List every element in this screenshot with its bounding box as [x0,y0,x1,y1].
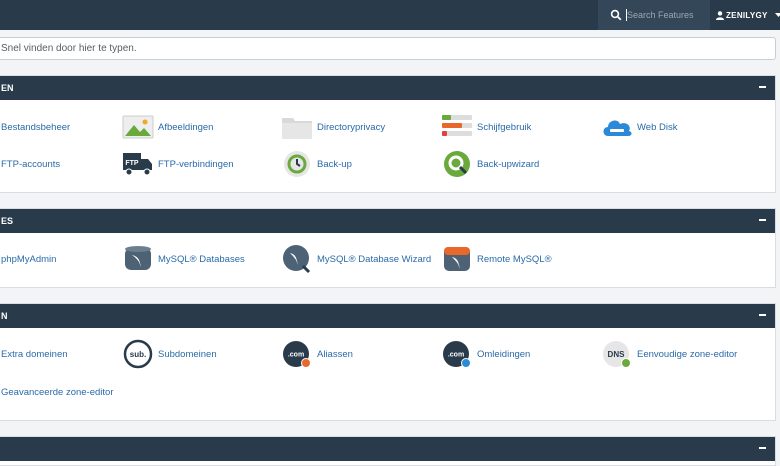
remote-mysql-icon [444,247,470,271]
collapse-icon[interactable] [759,219,766,221]
cloud-disk-icon [603,120,632,136]
phpmyadmin-link[interactable]: phpMyAdmin [1,244,56,274]
user-name: ZENILYGY [726,10,768,20]
addon-domains-link[interactable]: Extra domeinen [1,339,68,369]
top-bar: ZENILYGY [0,0,780,30]
quick-find-input[interactable] [0,38,775,59]
feature-search-input[interactable] [627,10,707,20]
chevron-down-icon [774,12,780,17]
backup-wizard-icon [444,151,470,177]
simple-zone-editor-link[interactable]: DNS Eenvoudige zone-editor [601,339,737,369]
svg-text:.com: .com [448,352,464,359]
svg-text:DNS: DNS [608,350,626,359]
ftp-connections-link[interactable]: FTP FTP-verbindingen [122,149,234,179]
panel-domains: N Extra domeinen sub. Subdomeinen .com A… [0,303,776,421]
mysql-wizard-icon [283,245,311,274]
subdomains-link[interactable]: sub. Subdomeinen [122,339,217,369]
disk-usage-link[interactable]: Schijfgebruik [441,112,531,142]
user-menu[interactable]: ZENILYGY [716,0,780,30]
file-manager-link[interactable]: Bestandsbeheer [1,112,70,142]
svg-text:sub.: sub. [130,350,146,359]
text-caret [626,9,627,21]
panel-next-header[interactable] [0,437,775,461]
svg-text:.com: .com [288,352,304,359]
panel-files: EN Bestandsbeheer Afbeeldingen Directory… [0,75,776,193]
mysql-database-wizard-link[interactable]: MySQL® Database Wizard [281,244,431,274]
backup-wizard-link[interactable]: Back-upwizard [441,149,539,179]
panel-title: ES [1,216,14,226]
user-icon [716,10,724,20]
web-disk-link[interactable]: Web Disk [601,112,677,142]
mysql-databases-link[interactable]: MySQL® Databases [122,244,245,274]
images-icon [122,115,154,139]
directory-privacy-link[interactable]: Directoryprivacy [281,112,385,142]
dns-icon: DNS [603,341,631,368]
mysql-database-icon [125,246,151,270]
images-link[interactable]: Afbeeldingen [122,112,213,142]
panel-files-header[interactable]: EN [0,76,775,100]
subdomains-icon: sub. [123,339,153,369]
panel-domains-header[interactable]: N [0,304,775,328]
ftp-accounts-link[interactable]: FTP-accounts [1,149,60,179]
redirects-link[interactable]: .com Omleidingen [441,339,530,369]
aliases-icon: .com [283,341,311,368]
collapse-icon[interactable] [759,86,766,88]
panel-next [0,436,776,466]
search-icon [610,9,622,21]
advanced-zone-editor-link[interactable]: Geavanceerde zone-editor [1,377,114,407]
collapse-icon[interactable] [759,447,766,449]
panel-title: N [1,311,8,321]
panel-databases-header[interactable]: ES [0,209,775,233]
backup-link[interactable]: Back-up [281,149,352,179]
feature-search[interactable] [598,0,710,30]
backup-icon [284,151,310,177]
disk-usage-icon [442,115,472,136]
remote-mysql-link[interactable]: Remote MySQL® [441,244,552,274]
panel-title: EN [1,83,14,93]
aliases-link[interactable]: .com Aliassen [281,339,353,369]
ftp-truck-icon: FTP [123,153,152,176]
panel-databases: ES phpMyAdmin MySQL® Databases MySQL® Da… [0,208,776,288]
collapse-icon[interactable] [759,314,766,316]
folder-privacy-icon [282,118,312,139]
redirects-icon: .com [443,341,471,368]
quick-find[interactable] [0,37,776,60]
svg-text:FTP: FTP [125,160,139,167]
